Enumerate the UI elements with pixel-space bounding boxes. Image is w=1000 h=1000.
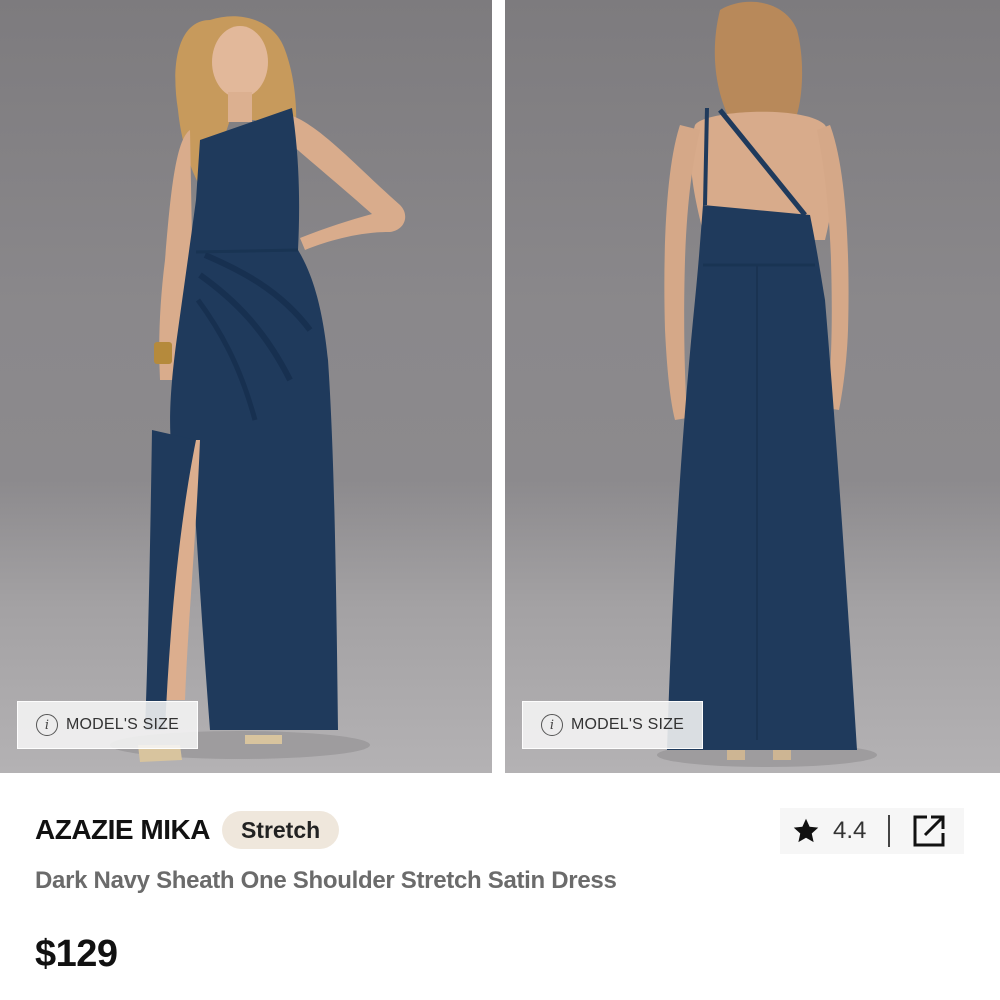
model-back-illustration	[657, 1, 877, 767]
product-image-back[interactable]: i MODEL'S SIZE	[505, 0, 1000, 773]
product-name: Dark Navy Sheath One Shoulder Stretch Sa…	[35, 867, 617, 894]
model-front-illustration	[110, 16, 406, 762]
product-image-front[interactable]: i MODEL'S SIZE	[0, 0, 492, 773]
model-size-label: MODEL'S SIZE	[571, 716, 685, 733]
product-brand: AZAZIE MIKA	[35, 814, 210, 845]
rating-button[interactable]: 4.4	[780, 816, 866, 846]
model-size-button[interactable]: i MODEL'S SIZE	[17, 701, 198, 749]
product-gallery: i MODEL'S SIZE i MODEL'S SIZE	[0, 0, 1000, 773]
divider	[888, 815, 891, 847]
model-size-label: MODEL'S SIZE	[66, 716, 180, 733]
model-size-button[interactable]: i MODEL'S SIZE	[522, 701, 703, 749]
star-icon	[793, 818, 819, 843]
product-info: AZAZIE MIKA Stretch Dark Navy Sheath One…	[0, 773, 1000, 1000]
info-icon: i	[541, 714, 563, 736]
rating-value: 4.4	[833, 817, 867, 844]
info-icon: i	[36, 714, 58, 736]
product-actions: 4.4	[780, 808, 964, 854]
title-row: AZAZIE MIKA Stretch	[35, 811, 340, 849]
share-icon[interactable]	[911, 813, 947, 849]
product-price: $129	[35, 933, 118, 975]
stretch-badge: Stretch	[221, 811, 340, 849]
